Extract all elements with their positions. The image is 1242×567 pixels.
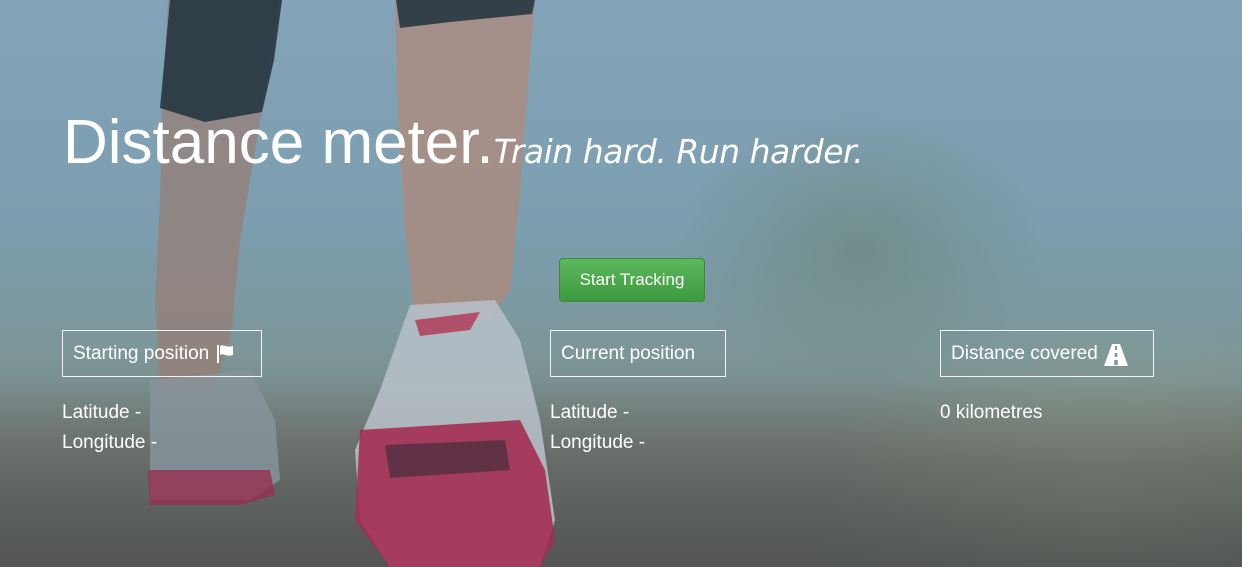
tagline: Train hard. Run harder.: [493, 132, 864, 171]
start-tracking-button[interactable]: Start Tracking: [559, 258, 705, 302]
current-position-box: Current position: [550, 330, 726, 377]
starting-position-box: Starting position: [62, 330, 262, 377]
flag-icon: [215, 344, 235, 364]
distance-value: 0 kilometres: [940, 402, 1043, 423]
page-title: Distance meter.Train hard. Run harder.: [63, 112, 864, 174]
starting-position-label: Starting position: [73, 342, 210, 364]
current-longitude: Longitude -: [550, 432, 646, 453]
app-title: Distance meter.: [63, 108, 494, 177]
current-latitude: Latitude -: [550, 402, 630, 423]
current-position-label: Current position: [561, 342, 696, 364]
starting-longitude: Longitude -: [62, 432, 158, 453]
road-icon: [1103, 343, 1128, 366]
distance-covered-label: Distance covered: [951, 342, 1098, 364]
distance-covered-box: Distance covered: [940, 330, 1154, 377]
starting-latitude: Latitude -: [62, 402, 142, 423]
